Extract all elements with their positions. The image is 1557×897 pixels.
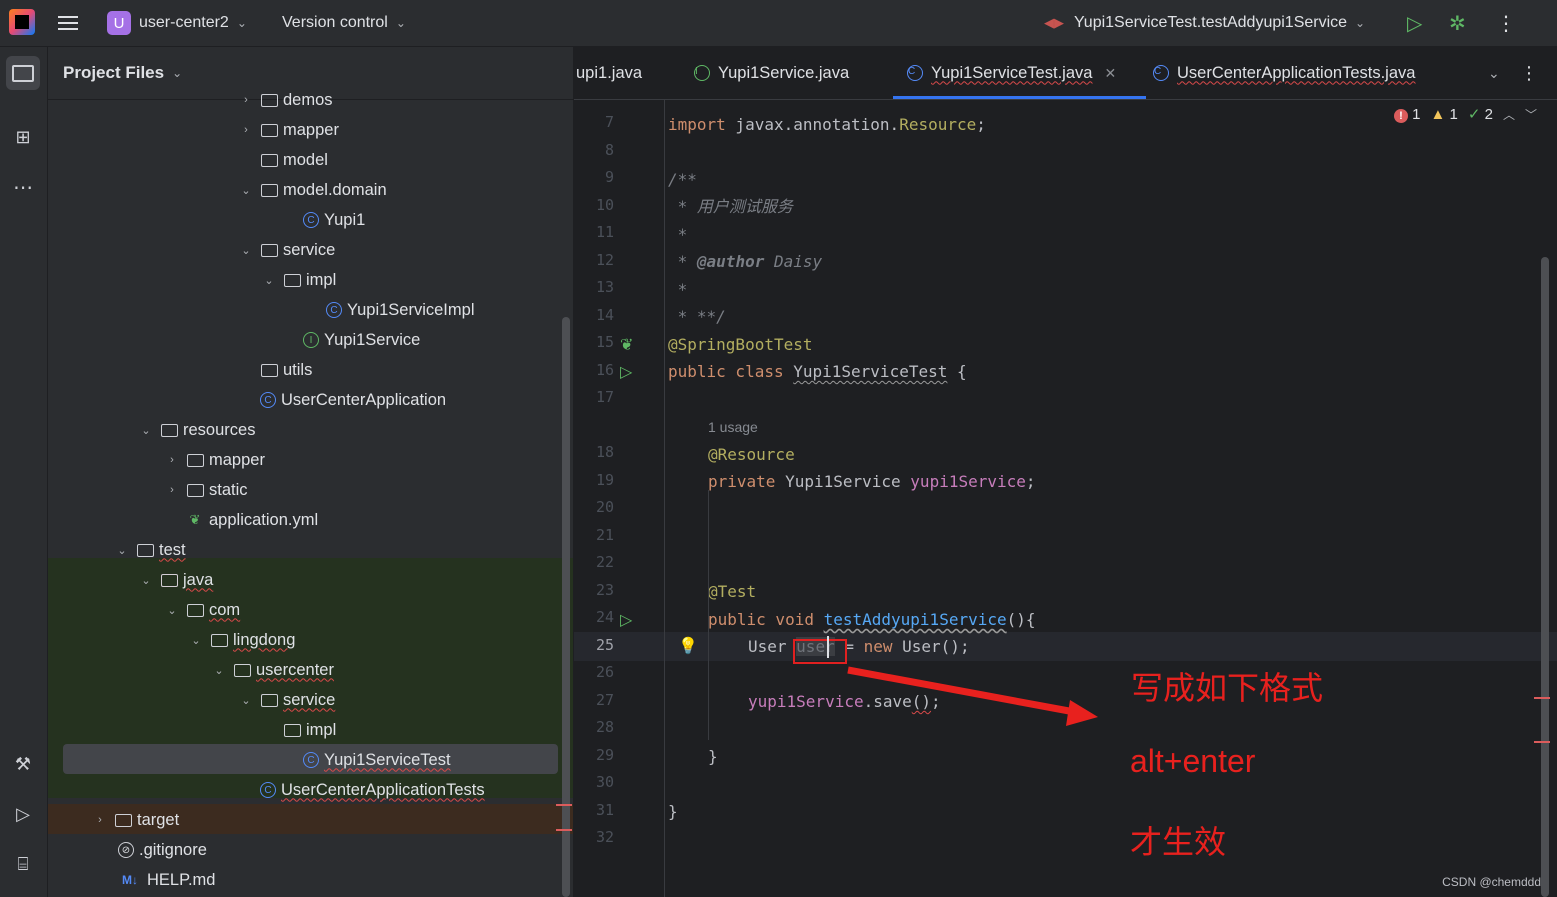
annotation-note-format: 写成如下格式 — [1131, 670, 1324, 706]
annotation-note-effect: 才生效 — [1130, 824, 1227, 860]
annotation-arrow — [847, 666, 1098, 726]
annotation-note-shortcut: alt+enter — [1130, 743, 1256, 779]
watermark: CSDN @chemddd — [1442, 875, 1541, 889]
